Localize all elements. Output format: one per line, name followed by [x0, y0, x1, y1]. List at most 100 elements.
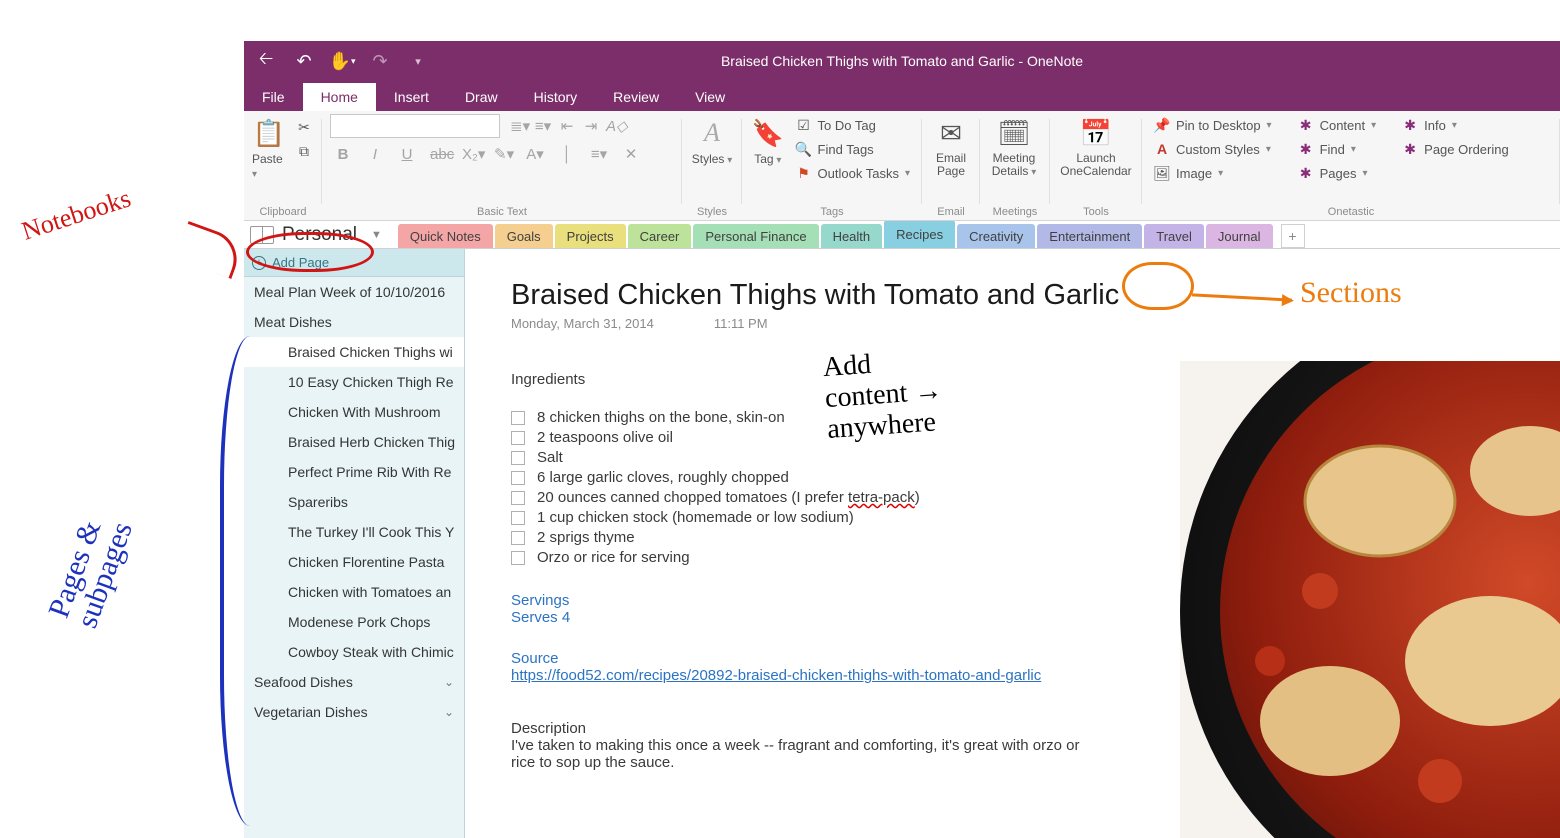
page-item[interactable]: Meal Plan Week of 10/10/2016: [244, 277, 464, 307]
info-button[interactable]: ✱Info: [1398, 114, 1513, 136]
tag-label: Tag: [754, 152, 781, 166]
section-tab-creativity[interactable]: Creativity: [957, 224, 1035, 248]
cut-button[interactable]: ✂: [292, 116, 316, 138]
page-title[interactable]: Braised Chicken Thighs with Tomato and G…: [511, 279, 1536, 312]
page-item[interactable]: 10 Easy Chicken Thigh Re: [244, 367, 464, 397]
qat-customize[interactable]: ▾: [404, 47, 432, 75]
page-item[interactable]: Spareribs: [244, 487, 464, 517]
launch-onecalendar-button[interactable]: 📅 Launch OneCalendar: [1058, 114, 1134, 178]
annotation-notebooks: Notebooks: [18, 183, 134, 246]
section-tab-health[interactable]: Health: [821, 224, 883, 248]
ingredient-text[interactable]: Orzo or rice for serving: [537, 548, 690, 568]
ingredient-text[interactable]: 20 ounces canned chopped tomatoes (I pre…: [537, 488, 920, 508]
bold-button[interactable]: B: [334, 146, 352, 163]
tab-insert[interactable]: Insert: [376, 83, 447, 111]
section-tab-entertainment[interactable]: Entertainment: [1037, 224, 1142, 248]
image-button[interactable]: 🖼Image: [1150, 162, 1276, 184]
ingredient-text[interactable]: 6 large garlic cloves, roughly chopped: [537, 468, 789, 488]
page-item[interactable]: Chicken With Mushroom: [244, 397, 464, 427]
tag-button[interactable]: 🔖 Tag: [750, 114, 786, 166]
section-tab-personal-finance[interactable]: Personal Finance: [693, 224, 818, 248]
page-item[interactable]: Meat Dishes: [244, 307, 464, 337]
ingredient-text[interactable]: 2 sprigs thyme: [537, 528, 635, 548]
add-page-button[interactable]: + Add Page: [244, 249, 464, 277]
section-tab-quick-notes[interactable]: Quick Notes: [398, 224, 493, 248]
page-item[interactable]: Chicken Florentine Pasta: [244, 547, 464, 577]
todo-tag-button[interactable]: ☑To Do Tag: [792, 114, 914, 136]
checkbox[interactable]: [511, 411, 525, 425]
page-item[interactable]: Seafood Dishes⌄: [244, 667, 464, 697]
page-item[interactable]: Braised Herb Chicken Thig: [244, 427, 464, 457]
ingredient-text[interactable]: 1 cup chicken stock (homemade or low sod…: [537, 508, 854, 528]
checkbox[interactable]: [511, 491, 525, 505]
checkbox[interactable]: [511, 471, 525, 485]
paste-button[interactable]: 📋 Paste: [252, 114, 286, 180]
highlight-button[interactable]: ✎▾: [494, 145, 512, 163]
meeting-details-button[interactable]: 🗓 Meeting Details: [988, 114, 1040, 178]
tab-draw[interactable]: Draw: [447, 83, 516, 111]
page-list[interactable]: Meal Plan Week of 10/10/2016Meat DishesB…: [244, 277, 464, 838]
description-body[interactable]: I've taken to making this once a week --…: [511, 737, 1091, 771]
section-tab-projects[interactable]: Projects: [555, 224, 626, 248]
ingredient-text[interactable]: 8 chicken thighs on the bone, skin-on: [537, 408, 785, 428]
macro-icon: ✱: [1298, 117, 1314, 133]
note-canvas[interactable]: Braised Chicken Thighs with Tomato and G…: [465, 249, 1560, 838]
checkbox[interactable]: [511, 431, 525, 445]
notebook-selector[interactable]: Personal ▼: [244, 221, 398, 248]
copy-button[interactable]: ⧉: [292, 140, 316, 162]
page-item[interactable]: Modenese Pork Chops: [244, 607, 464, 637]
email-page-button[interactable]: ✉ Email Page: [930, 114, 972, 178]
font-color-button[interactable]: A▾: [526, 145, 544, 163]
section-tab-goals[interactable]: Goals: [495, 224, 553, 248]
align-button[interactable]: ≡▾: [590, 145, 608, 163]
checkbox[interactable]: [511, 531, 525, 545]
ingredient-text[interactable]: Salt: [537, 448, 563, 468]
page-item[interactable]: Perfect Prime Rib With Re: [244, 457, 464, 487]
italic-button[interactable]: I: [366, 146, 384, 163]
styles-button[interactable]: A Styles: [690, 114, 734, 166]
page-item[interactable]: Vegetarian Dishes⌄: [244, 697, 464, 727]
pages-button[interactable]: ✱Pages: [1294, 162, 1381, 184]
find-tags-button[interactable]: 🔍Find Tags: [792, 138, 914, 160]
content-button[interactable]: ✱Content: [1294, 114, 1381, 136]
page-item[interactable]: The Turkey I'll Cook This Y: [244, 517, 464, 547]
tab-review[interactable]: Review: [595, 83, 677, 111]
find-button[interactable]: ✱Find: [1294, 138, 1381, 160]
touch-mode-button[interactable]: ✋ ▾: [328, 47, 356, 75]
tab-home[interactable]: Home: [303, 83, 376, 111]
checkbox[interactable]: [511, 551, 525, 565]
font-family-select[interactable]: [330, 114, 500, 138]
tab-file[interactable]: File: [244, 83, 303, 111]
add-section-button[interactable]: +: [1281, 224, 1305, 248]
section-tab-travel[interactable]: Travel: [1144, 224, 1204, 248]
custom-styles-button[interactable]: ACustom Styles: [1150, 138, 1276, 160]
underline-button[interactable]: U: [398, 146, 416, 163]
delete-button[interactable]: ✕: [622, 145, 640, 163]
back-button[interactable]: 🡠: [252, 47, 280, 75]
page-item[interactable]: Chicken with Tomatoes an: [244, 577, 464, 607]
subscript-button[interactable]: X₂▾: [462, 145, 480, 163]
macro-icon: ✱: [1402, 117, 1418, 133]
checkbox[interactable]: [511, 451, 525, 465]
page-item[interactable]: Cowboy Steak with Chimic: [244, 637, 464, 667]
outlook-tasks-button[interactable]: ⚑Outlook Tasks: [792, 162, 914, 184]
undo-button[interactable]: ↶: [290, 47, 318, 75]
bullets-button[interactable]: ≣▾: [510, 117, 528, 135]
tab-history[interactable]: History: [516, 83, 596, 111]
pin-desktop-button[interactable]: 📌Pin to Desktop: [1150, 114, 1276, 136]
tab-view[interactable]: View: [677, 83, 743, 111]
redo-button[interactable]: ↷: [366, 47, 394, 75]
strike-button[interactable]: abc: [430, 146, 448, 163]
ingredient-text[interactable]: 2 teaspoons olive oil: [537, 428, 673, 448]
page-item[interactable]: Braised Chicken Thighs wi: [244, 337, 464, 367]
checkbox[interactable]: [511, 511, 525, 525]
section-tab-recipes[interactable]: Recipes: [884, 220, 955, 248]
clear-format-button[interactable]: A◇: [606, 117, 624, 135]
outdent-button[interactable]: ⇤: [558, 117, 576, 135]
page-ordering-button[interactable]: ✱Page Ordering: [1398, 138, 1513, 160]
section-tab-journal[interactable]: Journal: [1206, 224, 1273, 248]
numbering-button[interactable]: ≡▾: [534, 117, 552, 135]
section-tab-career[interactable]: Career: [628, 224, 692, 248]
indent-button[interactable]: ⇥: [582, 117, 600, 135]
source-link[interactable]: https://food52.com/recipes/20892-braised…: [511, 667, 1041, 684]
